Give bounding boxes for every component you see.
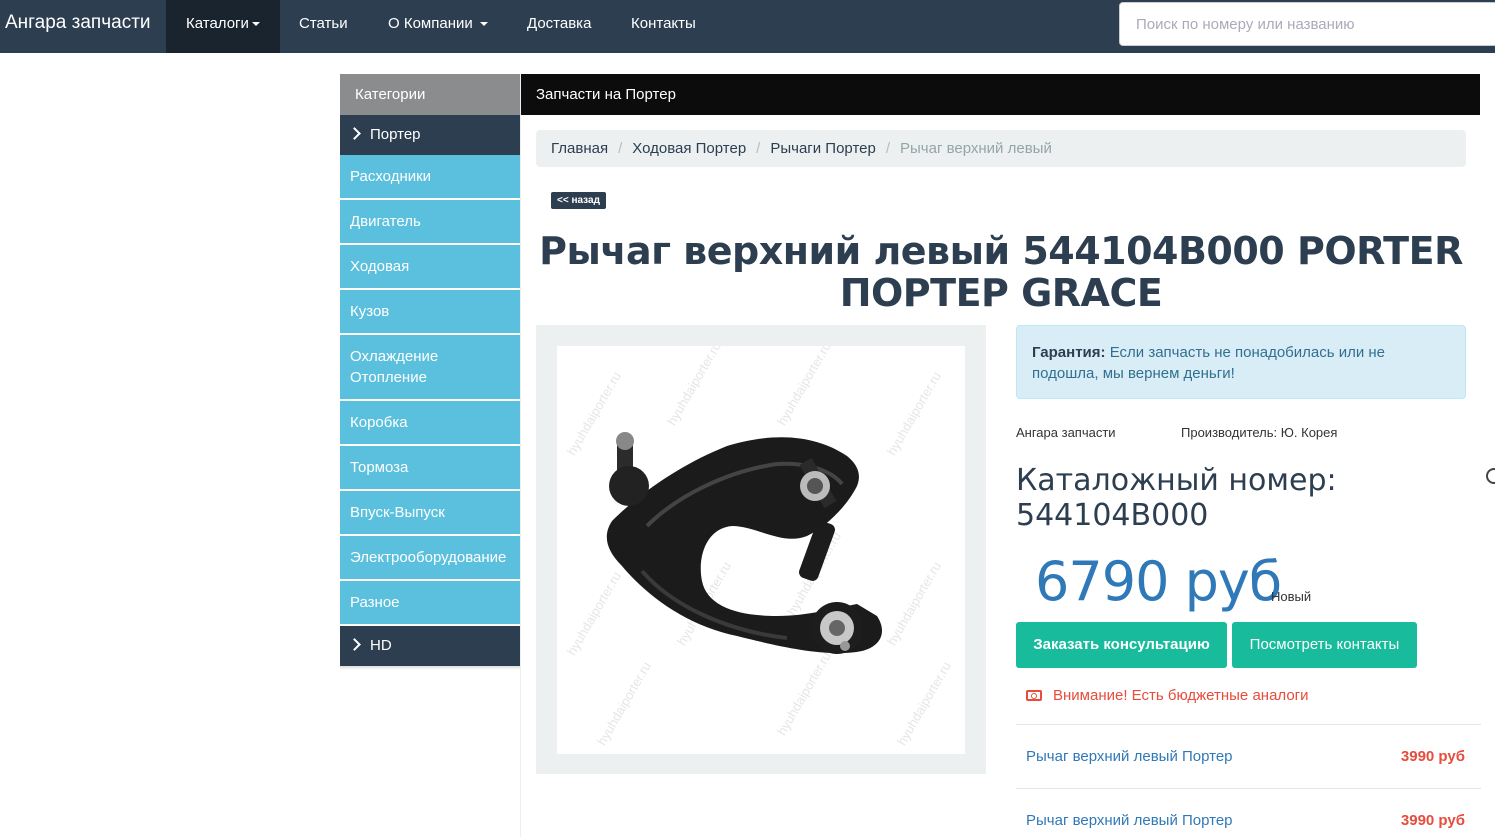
order-consultation-button[interactable]: Заказать консультацию xyxy=(1016,622,1227,668)
analog-item-price: 3990 руб xyxy=(1400,812,1465,829)
sidebar-parent-label: Портер xyxy=(370,126,421,143)
analog-item-link[interactable]: Рычаг верхний левый Портер xyxy=(1026,748,1233,765)
warranty-label: Гарантия: xyxy=(1032,344,1106,361)
main-content: Запчасти на Портер Главная / Ходовая Порте… xyxy=(520,74,1481,837)
section-header: Запчасти на Портер xyxy=(521,74,1480,115)
caret-down-icon xyxy=(479,22,488,27)
condition-label: Новый xyxy=(1271,589,1312,604)
sidebar-item-gearbox[interactable]: Коробка xyxy=(340,401,520,446)
sidebar-item-brakes[interactable]: Тормоза xyxy=(340,446,520,491)
analog-item-link[interactable]: Рычаг верхний левый Портер xyxy=(1026,812,1233,829)
warranty-alert: Гарантия: Если запчасть не понадобилась … xyxy=(1016,325,1466,399)
view-contacts-button[interactable]: Посмотреть контакты xyxy=(1232,622,1417,668)
sidebar-parent-hd[interactable]: HD xyxy=(340,626,520,666)
seller-name: Ангара запчасти xyxy=(1016,425,1116,440)
back-button[interactable]: << назад xyxy=(551,192,606,209)
catalog-number-block: Каталожный номер: 544104B000 xyxy=(1016,463,1337,533)
nav-delivery[interactable]: Доставка xyxy=(507,0,611,53)
top-navbar: Ангара запчасти Каталоги Статьи О Компан… xyxy=(0,0,1495,53)
sidebar-item-body[interactable]: Кузов xyxy=(340,290,520,335)
breadcrumb-suspension[interactable]: Ходовая Портер xyxy=(632,140,746,157)
nav-catalogs[interactable]: Каталоги xyxy=(166,0,280,53)
breadcrumb-separator: / xyxy=(618,140,623,157)
nav-about[interactable]: О Компании xyxy=(368,0,508,53)
budget-analogs-warning: Внимание! Есть бюджетные аналоги xyxy=(1026,687,1309,704)
breadcrumb-arms[interactable]: Рычаги Портер xyxy=(770,140,875,157)
catalog-number-value: 544104B000 xyxy=(1016,498,1209,533)
sidebar-shadow xyxy=(340,666,520,670)
nav-contacts[interactable]: Контакты xyxy=(611,0,716,53)
sidebar-parent-porter[interactable]: Портер xyxy=(340,115,520,155)
nav-catalogs-label: Каталоги xyxy=(186,15,249,32)
nav-articles[interactable]: Статьи xyxy=(279,0,368,53)
caret-down-icon xyxy=(251,22,260,27)
divider xyxy=(1016,724,1481,725)
breadcrumb-separator: / xyxy=(756,140,761,157)
sidebar-item-engine[interactable]: Двигатель xyxy=(340,200,520,245)
chevron-right-icon xyxy=(348,638,361,651)
help-icon[interactable] xyxy=(1486,468,1495,484)
sidebar-header: Категории xyxy=(340,74,520,115)
nav-about-label: О Компании xyxy=(388,15,473,32)
breadcrumb-home[interactable]: Главная xyxy=(551,140,608,157)
sidebar-parent-label: HD xyxy=(370,637,392,654)
chevron-right-icon xyxy=(348,127,361,140)
brand-logo[interactable]: Ангара запчасти xyxy=(5,0,151,53)
sidebar-item-suspension[interactable]: Ходовая xyxy=(340,245,520,290)
sidebar-item-intake-exhaust[interactable]: Впуск-Выпуск xyxy=(340,491,520,536)
breadcrumb-separator: / xyxy=(885,140,890,157)
manufacturer-info: Производитель: Ю. Корея xyxy=(1181,425,1338,440)
sidebar-item-electrical[interactable]: Электрооборудование xyxy=(340,536,520,581)
product-price: 6790 руб xyxy=(1035,550,1282,613)
analog-item-price: 3990 руб xyxy=(1400,748,1465,765)
catalog-number-label: Каталожный номер: xyxy=(1016,463,1337,498)
category-sidebar: Категории Портер Расходники Двигатель Хо… xyxy=(340,74,520,670)
warning-text: Внимание! Есть бюджетные аналоги xyxy=(1053,687,1309,704)
sidebar-item-consumables[interactable]: Расходники xyxy=(340,155,520,200)
sidebar-item-misc[interactable]: Разное xyxy=(340,581,520,626)
divider xyxy=(1016,788,1481,789)
breadcrumb-current: Рычаг верхний левый xyxy=(900,140,1052,157)
control-arm-illustration xyxy=(606,432,882,654)
breadcrumb: Главная / Ходовая Портер / Рычаги Портер / Рыч… xyxy=(536,130,1466,167)
sidebar-item-cooling[interactable]: Охлаждение Отопление xyxy=(340,335,520,401)
money-icon xyxy=(1026,690,1042,701)
product-title: Рычаг верхний левый 544104B000 PORTER ПО… xyxy=(539,229,1463,315)
product-image-frame: hyuhdaiporter.ru hyuhdaiporter.ru hyuhda… xyxy=(536,325,986,774)
search-input[interactable] xyxy=(1119,2,1495,46)
product-image[interactable]: hyuhdaiporter.ru hyuhdaiporter.ru hyuhda… xyxy=(557,346,965,754)
